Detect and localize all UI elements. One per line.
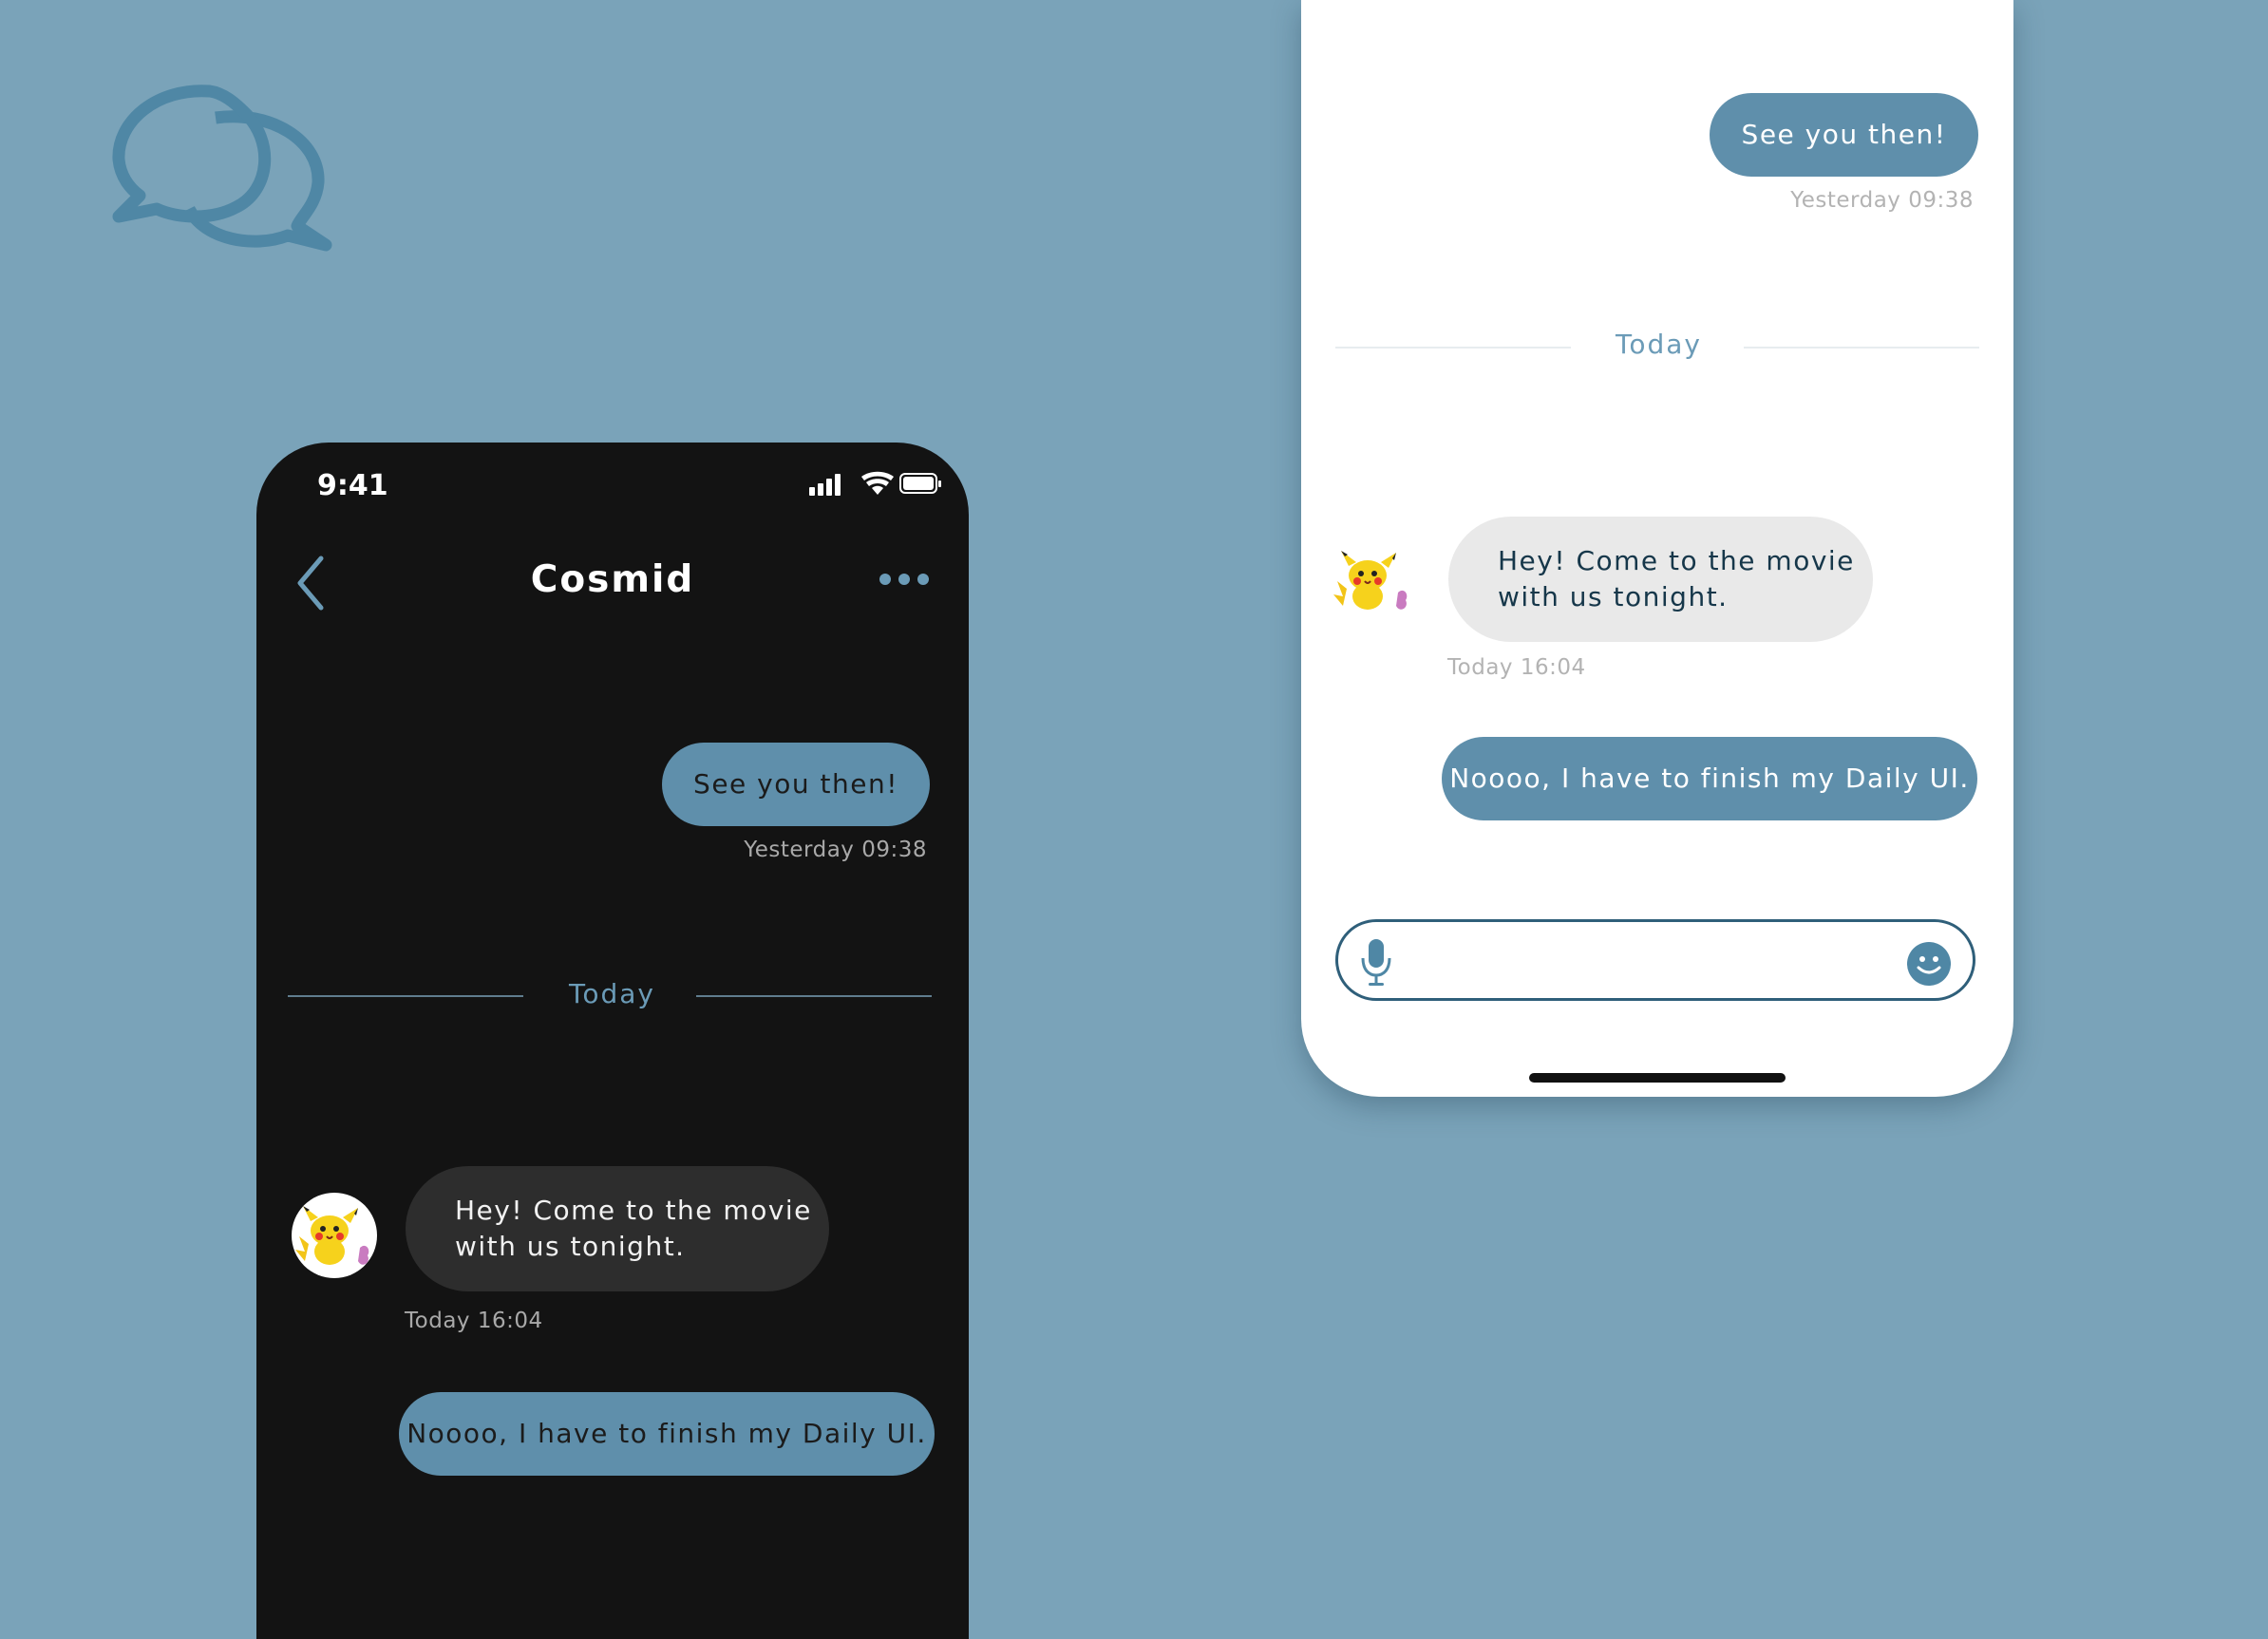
divider-line <box>1744 347 1979 349</box>
chat-bubbles-icon <box>112 85 332 252</box>
message-text: Hey! Come to the movie with us tonight. <box>455 1193 812 1265</box>
outgoing-message[interactable]: See you then! <box>1710 93 1978 177</box>
message-line: Hey! Come to the movie <box>455 1195 812 1226</box>
signal-icon <box>809 474 841 496</box>
message-text: See you then! <box>1741 119 1947 150</box>
status-icons <box>809 471 941 496</box>
message-input[interactable] <box>1335 919 1975 1001</box>
outgoing-message[interactable]: See you then! <box>662 743 930 826</box>
outgoing-message[interactable]: Noooo, I have to finish my Daily UI. <box>1442 737 1977 820</box>
message-timestamp: Today 16:04 <box>405 1309 543 1333</box>
divider-line <box>696 995 932 997</box>
message-timestamp: Yesterday 09:38 <box>744 838 927 862</box>
light-phone-screen: See you then! Yesterday 09:38 Today Hey!… <box>1301 0 2013 1097</box>
more-dots-icon[interactable] <box>878 570 931 589</box>
avatar-image <box>295 1206 369 1265</box>
divider-line <box>1335 347 1571 349</box>
pikachu-avatar[interactable] <box>292 1193 377 1278</box>
avatar-image <box>1333 551 1408 610</box>
smiley-icon[interactable] <box>1906 941 1952 987</box>
message-timestamp: Yesterday 09:38 <box>1790 188 1974 213</box>
pikachu-avatar[interactable] <box>1330 537 1415 623</box>
message-line: Hey! Come to the movie <box>1498 545 1855 576</box>
message-line: with us tonight. <box>1498 581 1729 612</box>
divider-line <box>288 995 523 997</box>
message-text: See you then! <box>693 768 898 800</box>
chat-title: Cosmid <box>530 558 695 601</box>
dark-phone-screen: 9:41 Cosmid See you then! Yesterday 09:3… <box>256 443 969 1639</box>
status-time: 9:41 <box>317 469 388 502</box>
date-divider: Today <box>569 978 655 1009</box>
wifi-icon <box>861 471 894 495</box>
message-text: Noooo, I have to finish my Daily UI. <box>406 1418 927 1449</box>
message-text: Noooo, I have to finish my Daily UI. <box>1449 763 1970 794</box>
message-timestamp: Today 16:04 <box>1447 655 1586 680</box>
message-line: with us tonight. <box>455 1231 686 1262</box>
outgoing-message[interactable]: Noooo, I have to finish my Daily UI. <box>399 1392 935 1476</box>
microphone-icon[interactable] <box>1359 937 1393 987</box>
battery-icon <box>899 473 941 494</box>
incoming-message[interactable]: Hey! Come to the movie with us tonight. <box>406 1166 829 1291</box>
date-divider: Today <box>1616 329 1702 360</box>
incoming-message[interactable]: Hey! Come to the movie with us tonight. <box>1448 517 1873 642</box>
message-text: Hey! Come to the movie with us tonight. <box>1498 543 1855 615</box>
home-indicator <box>1529 1073 1786 1083</box>
